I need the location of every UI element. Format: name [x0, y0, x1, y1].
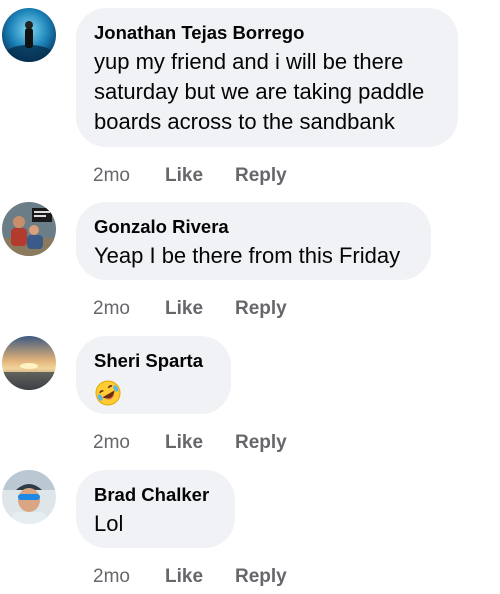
comment-author[interactable]: Gonzalo Rivera: [94, 216, 413, 238]
comment-actions: 2mo Like Reply: [93, 298, 287, 320]
comment-bubble: Sheri Sparta: [76, 336, 231, 414]
comment-actions: 2mo Like Reply: [93, 165, 287, 187]
reply-button[interactable]: Reply: [235, 165, 287, 187]
like-button[interactable]: Like: [165, 566, 235, 588]
avatar-image: [2, 336, 56, 390]
comment-text: Lol: [94, 511, 124, 536]
avatar-image: [2, 470, 56, 524]
like-button[interactable]: Like: [165, 165, 235, 187]
comment-timestamp[interactable]: 2mo: [93, 432, 165, 454]
like-button[interactable]: Like: [165, 298, 235, 320]
rolling-on-floor-laughing-emoji: [95, 380, 121, 406]
comment-text: yup my friend and i will be there saturd…: [94, 49, 425, 134]
reply-button[interactable]: Reply: [235, 566, 287, 588]
comment-text: Yeap I be there from this Friday: [94, 243, 401, 268]
comment-timestamp[interactable]: 2mo: [93, 165, 165, 187]
comment-author[interactable]: Sheri Sparta: [94, 350, 213, 372]
like-button[interactable]: Like: [165, 432, 235, 454]
comment-bubble: Gonzalo Rivera Yeap I be there from this…: [76, 202, 431, 280]
avatar[interactable]: [2, 470, 56, 524]
avatar-image: [2, 202, 56, 256]
comment-actions: 2mo Like Reply: [93, 432, 287, 454]
comment-bubble: Brad Chalker Lol: [76, 470, 235, 548]
comment-bubble: Jonathan Tejas Borrego yup my friend and…: [76, 8, 458, 147]
comment-actions: 2mo Like Reply: [93, 566, 287, 588]
reply-button[interactable]: Reply: [235, 298, 287, 320]
comment-author[interactable]: Jonathan Tejas Borrego: [94, 22, 440, 44]
comment-timestamp[interactable]: 2mo: [93, 298, 165, 320]
reply-button[interactable]: Reply: [235, 432, 287, 454]
comment-author[interactable]: Brad Chalker: [94, 484, 217, 506]
avatar[interactable]: [2, 202, 56, 256]
avatar[interactable]: [2, 336, 56, 390]
comment-timestamp[interactable]: 2mo: [93, 566, 165, 588]
avatar[interactable]: [2, 8, 56, 62]
avatar-image: [2, 8, 56, 62]
